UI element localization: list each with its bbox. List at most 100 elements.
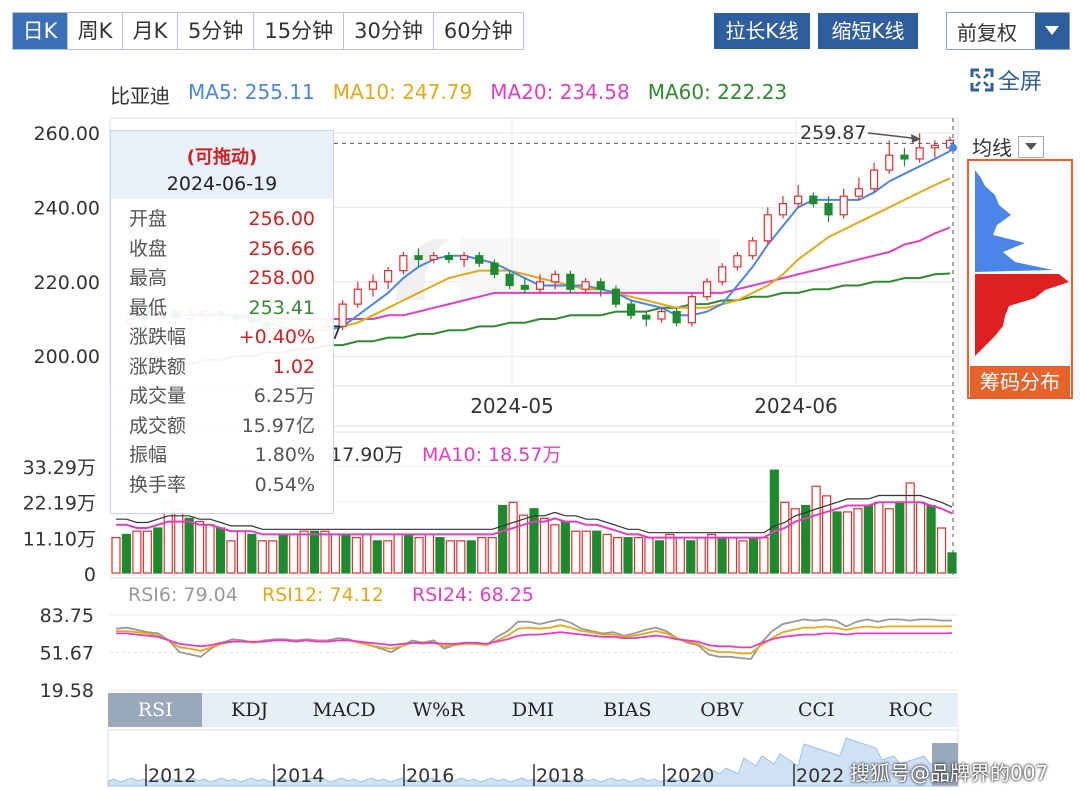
info-key: 最高: [129, 267, 168, 289]
volume-bar: [341, 533, 351, 574]
chip-distribution-button[interactable]: 筹码分布: [970, 366, 1070, 398]
volume-bar: [874, 501, 884, 574]
candle-body: [657, 310, 666, 320]
candle-body: [414, 255, 423, 261]
chevron-down-icon: [1018, 135, 1044, 158]
volume-bar: [215, 527, 226, 574]
candle-body: [672, 310, 681, 324]
info-row: 涨跌幅 +0.40%: [111, 323, 333, 353]
info-value: 253.41: [248, 296, 315, 319]
info-row: 最高 258.00: [111, 264, 333, 294]
volume-bar: [863, 504, 874, 574]
info-row: 成交量 6.25万: [111, 382, 333, 412]
volume-bar: [226, 540, 236, 574]
candle-body: [778, 203, 788, 216]
volume-bar: [550, 524, 560, 574]
volume-bar: [884, 508, 894, 574]
tab-bias[interactable]: BIAS: [580, 693, 674, 727]
volume-bar: [372, 540, 382, 574]
candle-body: [368, 281, 378, 290]
volume-bar: [205, 524, 215, 574]
volume-bar: [257, 540, 267, 574]
info-key: 开盘: [129, 208, 168, 230]
tab-roc[interactable]: ROC: [864, 693, 958, 727]
volume-bar: [477, 537, 487, 574]
volume-bar: [947, 552, 957, 574]
volume-bar: [508, 501, 518, 574]
info-row: 收盘 256.66: [111, 235, 333, 265]
rsi12-line: [116, 624, 953, 655]
volume-bar: [362, 533, 372, 574]
overview-label: 2014: [276, 765, 324, 787]
candle-body: [399, 255, 408, 272]
y-tick-label: 260.00: [34, 123, 100, 145]
candle-body: [520, 284, 529, 290]
volume-bar: [195, 520, 205, 574]
avg-select[interactable]: 均线: [972, 132, 1044, 161]
info-key: 成交量: [129, 385, 187, 407]
tab-macd[interactable]: MACD: [297, 693, 391, 727]
rsi24-legend: RSI24: 68.25: [412, 584, 534, 606]
info-value: +0.40%: [238, 326, 315, 348]
candle-body: [490, 262, 499, 275]
volume-bar: [738, 540, 748, 574]
candle-body: [687, 296, 696, 324]
info-date: 2024-06-19: [166, 173, 278, 195]
candle-body: [505, 273, 514, 287]
info-row: 最低 253.41: [111, 294, 333, 324]
candle-body: [611, 288, 621, 305]
volume-bar: [612, 537, 623, 574]
volume-bar: [686, 540, 696, 574]
volume-y-tick: 22.19万: [23, 493, 96, 515]
info-value: 6.25万: [253, 385, 315, 407]
tab-cci[interactable]: CCI: [769, 693, 863, 727]
volume-bar: [404, 533, 414, 574]
overview-label: 2018: [536, 765, 584, 787]
volume-bar: [707, 533, 717, 574]
volume-bar: [780, 501, 790, 574]
info-key: 最低: [129, 296, 168, 319]
volume-bar: [759, 537, 769, 574]
candle-body: [809, 195, 818, 205]
candle-body: [794, 195, 803, 205]
volume-bar: [623, 537, 633, 574]
candle-body: [627, 303, 636, 316]
volume-bar: [727, 537, 738, 574]
volume-bar: [456, 540, 466, 574]
volume-bar: [236, 530, 246, 574]
info-key: 收盘: [129, 237, 168, 260]
volume-bar: [571, 530, 581, 574]
y-tick-label: 200.00: [34, 346, 100, 368]
tab-obv[interactable]: OBV: [675, 693, 769, 727]
info-value: 258.00: [248, 267, 315, 289]
volume-bar: [289, 533, 299, 574]
x-label: 2024-05: [470, 394, 554, 418]
volume-bar: [560, 520, 570, 574]
volume-bar: [142, 530, 152, 574]
info-value: 1.02: [272, 355, 315, 378]
y-tick-label: 220.00: [34, 272, 100, 294]
volume-bar: [832, 511, 842, 574]
info-value: 1.80%: [254, 444, 315, 466]
volume-bar: [769, 469, 779, 574]
volume-bar: [498, 504, 508, 574]
candle-body: [915, 147, 924, 160]
volume-bar: [424, 533, 435, 574]
candle-body: [596, 281, 605, 290]
volume-bar: [811, 485, 821, 574]
ohlc-info-panel[interactable]: (可拖动) 2024-06-19 开盘 256.00 收盘 256.66 最高 258.0…: [110, 130, 334, 514]
volume-bar: [351, 537, 361, 574]
volume-bar: [602, 533, 612, 574]
candle-body: [718, 266, 727, 283]
tab-kdj[interactable]: KDJ: [202, 693, 296, 727]
chip-down-area: [975, 274, 1069, 356]
tab-rsi[interactable]: RSI: [108, 693, 203, 727]
candle-body: [854, 188, 863, 197]
tab-wr[interactable]: W%R: [391, 693, 485, 727]
rsi12-legend: RSI12: 74.12: [262, 584, 384, 606]
overview-label: 2022: [796, 765, 844, 787]
candle-body: [748, 240, 757, 257]
candle-body: [733, 255, 742, 268]
volume-bar: [487, 537, 497, 574]
tab-dmi[interactable]: DMI: [486, 693, 580, 727]
